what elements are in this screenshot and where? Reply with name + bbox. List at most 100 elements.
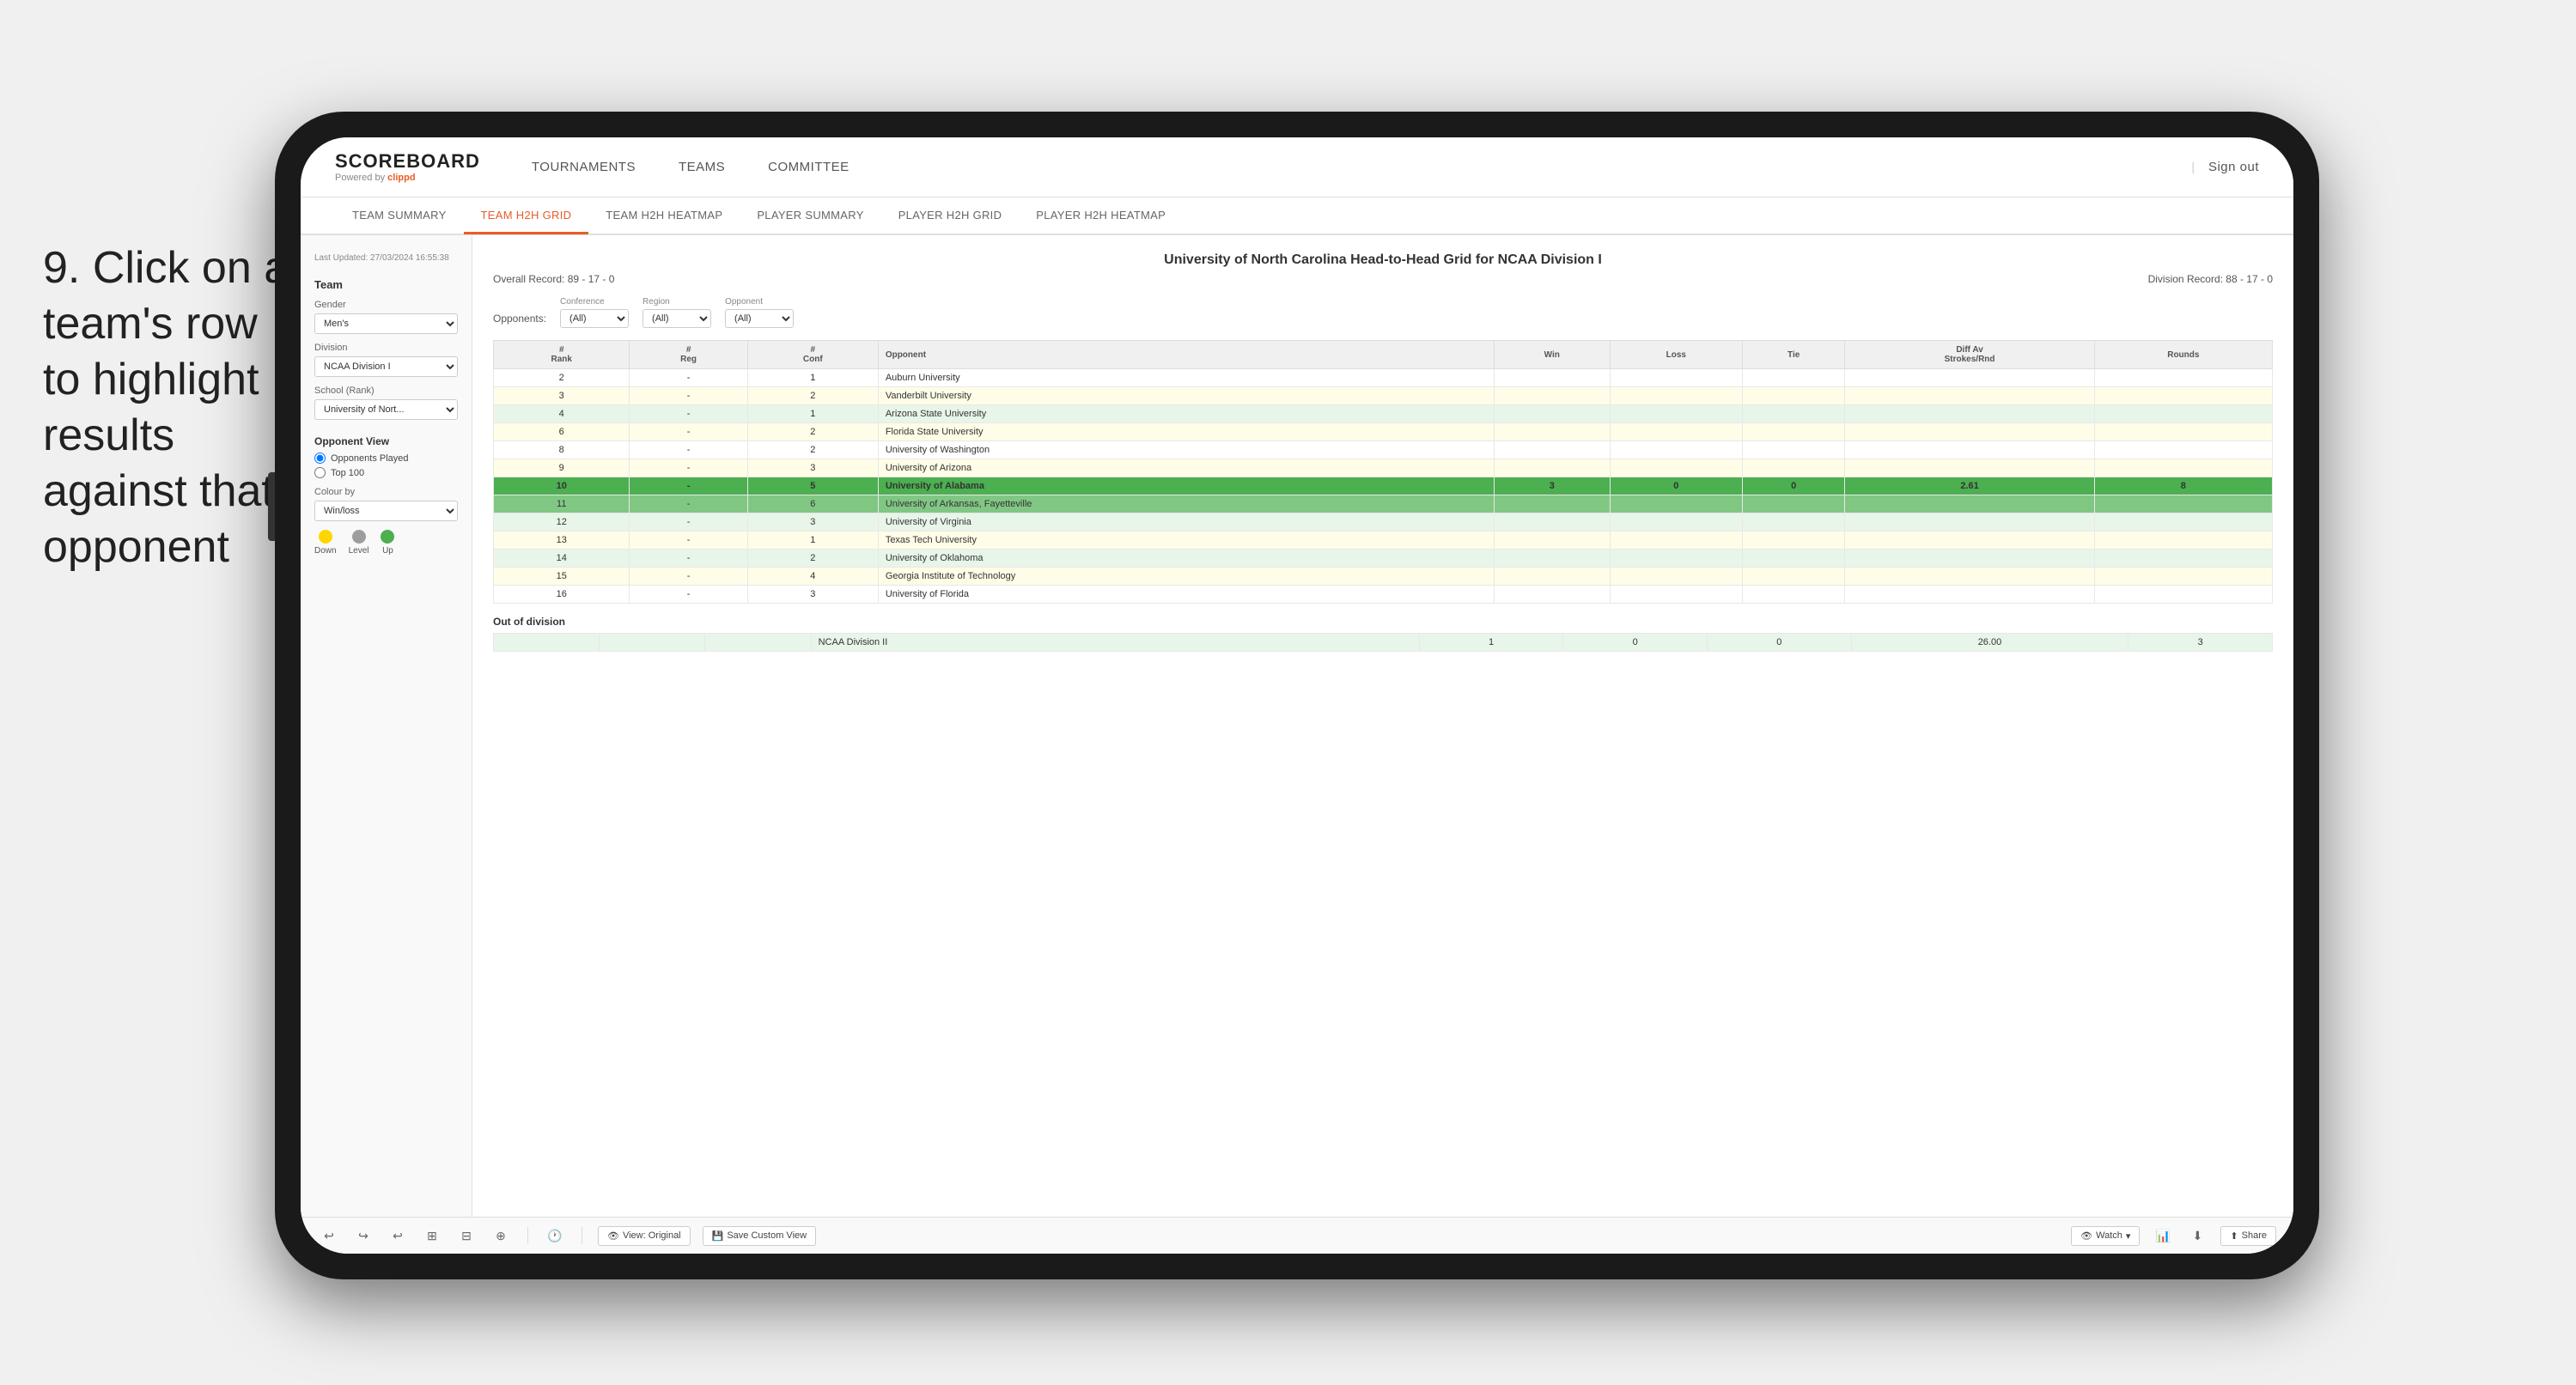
table-row[interactable]: 2-1Auburn University — [494, 369, 2273, 387]
out-division-table: NCAA Division II10026.003 — [493, 633, 2273, 652]
region-filter: Region (All) — [642, 297, 711, 328]
filters-row: Opponents: Conference (All) Region (All) — [493, 297, 2273, 328]
share-button[interactable]: ⬆ Share — [2220, 1226, 2276, 1246]
colour-down: Down — [314, 530, 337, 556]
region-filter-select[interactable]: (All) — [642, 309, 711, 328]
table-row[interactable]: 12-3University of Virginia — [494, 513, 2273, 532]
clock-button[interactable]: 🕐 — [544, 1224, 566, 1247]
share-icon: ⬆ — [2230, 1230, 2238, 1242]
radio-top-100[interactable]: Top 100 — [314, 467, 458, 478]
instruction-body: Click on a team's row to highlight resul… — [43, 243, 289, 572]
main-content: Last Updated: 27/03/2024 16:55:38 Team G… — [301, 235, 2293, 1217]
gender-select[interactable]: Men's — [314, 313, 458, 334]
instruction-text: 9. Click on a team's row to highlight re… — [43, 240, 292, 575]
split-button[interactable]: ⊟ — [455, 1224, 478, 1247]
col-rounds: Rounds — [2094, 341, 2272, 369]
out-of-division-header: Out of division — [493, 616, 2273, 628]
col-opponent: Opponent — [878, 341, 1494, 369]
data-area: University of North Carolina Head-to-Hea… — [472, 235, 2293, 1217]
subnav-team-h2h-grid[interactable]: TEAM H2H GRID — [464, 198, 589, 235]
table-row[interactable]: 14-2University of Oklahoma — [494, 550, 2273, 568]
table-row[interactable]: 15-4Georgia Institute of Technology — [494, 568, 2273, 586]
colour-by-label: Colour by — [314, 487, 458, 497]
colour-legend: Down Level Up — [314, 530, 458, 556]
subnav-player-summary[interactable]: PLAYER SUMMARY — [740, 198, 880, 235]
table-row[interactable]: 13-1Texas Tech University — [494, 532, 2273, 550]
logo-area: SCOREBOARD Powered by clippd — [335, 150, 480, 183]
division-record: Division Record: 88 - 17 - 0 — [2148, 273, 2273, 285]
colour-level: Level — [349, 530, 369, 556]
col-diff: Diff AvStrokes/Rnd — [1845, 341, 2094, 369]
gender-label: Gender — [314, 300, 458, 310]
h2h-table-section: #Rank #Reg #Conf Opponent Win Loss Tie D… — [493, 340, 2273, 652]
records-row: Overall Record: 89 - 17 - 0 Division Rec… — [493, 273, 2273, 285]
bottom-toolbar: ↩ ↪ ↩ ⊞ ⊟ ⊕ 🕐 👁 View: Original 💾 Save Cu… — [301, 1217, 2293, 1254]
opponents-label: Opponents: — [493, 313, 546, 325]
conference-filter: Conference (All) — [560, 297, 629, 328]
app-header: SCOREBOARD Powered by clippd TOURNAMENTS… — [301, 137, 2293, 197]
table-row[interactable]: 4-1Arizona State University — [494, 405, 2273, 423]
col-win: Win — [1494, 341, 1610, 369]
col-tie: Tie — [1742, 341, 1845, 369]
region-filter-label: Region — [642, 297, 711, 307]
app-logo: SCOREBOARD — [335, 150, 480, 173]
save-custom-view-button[interactable]: 💾 Save Custom View — [703, 1226, 816, 1246]
nav-teams[interactable]: TEAMS — [679, 156, 725, 178]
h2h-table: #Rank #Reg #Conf Opponent Win Loss Tie D… — [493, 340, 2273, 604]
subnav-team-h2h-heatmap[interactable]: TEAM H2H HEATMAP — [588, 198, 740, 235]
opponent-filter-label: Opponent — [725, 297, 794, 307]
opponent-filter-select[interactable]: (All) — [725, 309, 794, 328]
conference-filter-label: Conference — [560, 297, 629, 307]
view-original-button[interactable]: 👁 View: Original — [598, 1226, 691, 1246]
school-select[interactable]: University of Nort... — [314, 399, 458, 420]
nav-tournaments[interactable]: TOURNAMENTS — [532, 156, 636, 178]
table-row[interactable]: 10-5University of Alabama3002.618 — [494, 477, 2273, 495]
main-nav: TOURNAMENTS TEAMS COMMITTEE — [532, 156, 2191, 178]
opponent-view-radio-group: Opponents Played Top 100 — [314, 453, 458, 478]
subnav-player-h2h-grid[interactable]: PLAYER H2H GRID — [881, 198, 1020, 235]
nav-committee[interactable]: COMMITTEE — [768, 156, 850, 178]
subnav-player-h2h-heatmap[interactable]: PLAYER H2H HEATMAP — [1019, 198, 1183, 235]
watch-button[interactable]: 👁 Watch ▾ — [2071, 1226, 2140, 1246]
school-label: School (Rank) — [314, 386, 458, 396]
table-row[interactable]: 9-3University of Arizona — [494, 459, 2273, 477]
powered-by: Powered by clippd — [335, 173, 480, 183]
view-icon: 👁 — [607, 1230, 619, 1242]
crop-button[interactable]: ⊞ — [421, 1224, 443, 1247]
col-loss: Loss — [1610, 341, 1742, 369]
opponent-filter: Opponent (All) — [725, 297, 794, 328]
undo-button[interactable]: ↩ — [318, 1224, 340, 1247]
overall-record: Overall Record: 89 - 17 - 0 — [493, 273, 614, 285]
col-rank: #Rank — [494, 341, 630, 369]
radio-opponents-played[interactable]: Opponents Played — [314, 453, 458, 464]
save-icon: 💾 — [712, 1230, 724, 1242]
last-updated: Last Updated: 27/03/2024 16:55:38 — [314, 252, 458, 264]
eye-icon: 👁 — [2080, 1230, 2092, 1242]
table-row[interactable]: 8-2University of Washington — [494, 441, 2273, 459]
table-row[interactable]: 16-3University of Florida — [494, 586, 2273, 604]
sign-out-link[interactable]: Sign out — [2208, 156, 2259, 178]
sidebar: Last Updated: 27/03/2024 16:55:38 Team G… — [301, 235, 472, 1217]
colour-up: Up — [381, 530, 394, 556]
colour-by-select[interactable]: Win/loss — [314, 501, 458, 521]
out-division-row[interactable]: NCAA Division II10026.003 — [494, 634, 2273, 652]
conference-filter-select[interactable]: (All) — [560, 309, 629, 328]
tablet-side-button — [268, 472, 275, 541]
col-reg: #Reg — [630, 341, 747, 369]
step-number: 9. — [43, 243, 80, 293]
tablet-screen: SCOREBOARD Powered by clippd TOURNAMENTS… — [301, 137, 2293, 1254]
table-row[interactable]: 11-6University of Arkansas, Fayetteville — [494, 495, 2273, 513]
present-button[interactable]: 📊 — [2152, 1224, 2174, 1247]
subnav-team-summary[interactable]: TEAM SUMMARY — [335, 198, 464, 235]
undo2-button[interactable]: ↩ — [387, 1224, 409, 1247]
opponent-view-label: Opponent View — [314, 435, 458, 447]
table-row[interactable]: 6-2Florida State University — [494, 423, 2273, 441]
sidebar-team-title: Team — [314, 278, 458, 291]
col-conf: #Conf — [747, 341, 878, 369]
table-row[interactable]: 3-2Vanderbilt University — [494, 387, 2273, 405]
download-button[interactable]: ⬇ — [2186, 1224, 2208, 1247]
sub-nav: TEAM SUMMARY TEAM H2H GRID TEAM H2H HEAT… — [301, 197, 2293, 236]
redo-button[interactable]: ↪ — [352, 1224, 375, 1247]
link-button[interactable]: ⊕ — [490, 1224, 512, 1247]
division-select[interactable]: NCAA Division I — [314, 356, 458, 377]
